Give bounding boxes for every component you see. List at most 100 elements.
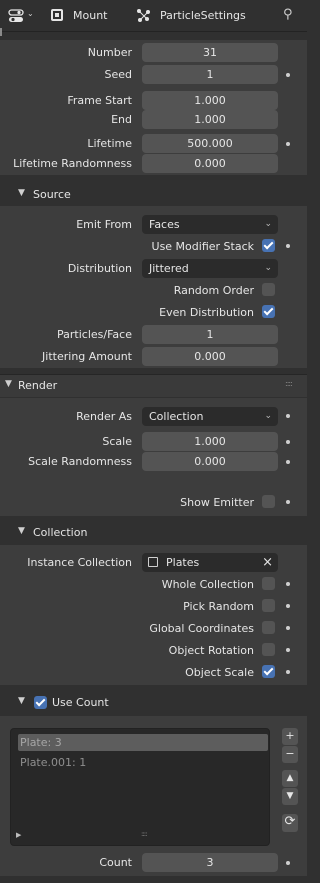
instance-collection-field[interactable]: Plates × <box>142 553 278 572</box>
emit-from-value: Faces <box>149 218 180 231</box>
number-field[interactable]: 31 <box>142 43 278 62</box>
particles-icon <box>137 9 150 22</box>
even-distribution-label: Even Distribution <box>159 306 254 319</box>
even-distribution-checkbox[interactable] <box>262 305 275 318</box>
show-emitter-label: Show Emitter <box>180 496 254 509</box>
instance-collection-label: Instance Collection <box>27 556 132 569</box>
object-rotation-checkbox[interactable] <box>262 643 275 656</box>
drag-handle-icon[interactable]: :::: <box>285 379 293 388</box>
count-field[interactable]: 3 <box>142 853 278 872</box>
lifetime-label: Lifetime <box>87 137 132 150</box>
whole-collection-dot[interactable] <box>286 582 290 586</box>
use-count-section-header[interactable]: ▼ Use Count <box>0 692 307 714</box>
global-coordinates-checkbox[interactable] <box>262 621 275 634</box>
frame-start-label: Frame Start <box>67 94 132 107</box>
seed-label: Seed <box>104 68 133 81</box>
scale-label: Scale <box>102 435 132 448</box>
pick-random-label: Pick Random <box>183 600 254 613</box>
seed-field[interactable]: 1 <box>142 65 278 84</box>
move-up-button[interactable]: ▲ <box>282 770 298 787</box>
particle-settings-name[interactable]: ParticleSettings <box>160 9 246 22</box>
object-scale-label: Object Scale <box>185 666 254 679</box>
scale-randomness-field[interactable]: 0.000 <box>142 452 278 471</box>
distribution-value: Jittered <box>149 262 189 275</box>
pin-icon[interactable]: ⚲ <box>283 7 293 22</box>
scale-field[interactable]: 1.000 <box>142 432 278 451</box>
use-count-title: Use Count <box>52 696 109 709</box>
chevron-down-icon: ⌄ <box>264 411 272 421</box>
list-item[interactable]: Plate.001: 1 <box>18 754 268 771</box>
emit-from-label: Emit From <box>76 218 132 231</box>
distribution-label: Distribution <box>67 262 132 275</box>
render-title: Render <box>18 379 58 392</box>
lifetime-keyframe-dot[interactable] <box>286 142 290 146</box>
global-coordinates-label: Global Coordinates <box>149 622 254 635</box>
lifetime-randomness-label: Lifetime Randomness <box>13 157 132 170</box>
render-as-dropdown[interactable]: Collection ⌄ <box>142 407 278 426</box>
emit-from-dropdown[interactable]: Faces ⌄ <box>142 215 278 234</box>
object-name[interactable]: Mount <box>73 9 107 22</box>
collection-weight-list[interactable]: Plate: 3 Plate.001: 1 ▶ :::: <box>10 728 270 846</box>
refresh-button[interactable]: ⟳ <box>282 814 298 832</box>
global-coordinates-dot[interactable] <box>286 626 290 630</box>
count-keyframe-dot[interactable] <box>286 861 290 865</box>
distribution-dropdown[interactable]: Jittered ⌄ <box>142 259 278 278</box>
scale-randomness-dot[interactable] <box>286 460 290 464</box>
collection-section-header[interactable]: ▼ Collection <box>0 522 307 544</box>
lifetime-field[interactable]: 500.000 <box>142 134 278 153</box>
whole-collection-label: Whole Collection <box>161 578 254 591</box>
expand-arrow-icon: ▼ <box>18 188 25 198</box>
seed-keyframe-dot[interactable] <box>286 73 290 77</box>
editor-type-dropdown[interactable]: ⌄ <box>8 8 36 24</box>
jittering-amount-label: Jittering Amount <box>42 350 132 363</box>
object-scale-checkbox[interactable] <box>262 665 275 678</box>
source-title: Source <box>33 188 71 201</box>
add-item-button[interactable]: + <box>282 728 298 745</box>
properties-header: ⌄ Mount ParticleSettings ⚲ <box>0 0 307 32</box>
particles-face-label: Particles/Face <box>57 328 132 341</box>
render-section-header[interactable]: ▼ Render :::: <box>0 375 307 397</box>
remove-item-button[interactable]: − <box>282 746 298 763</box>
instance-collection-value: Plates <box>166 556 200 569</box>
chevron-down-icon: ⌄ <box>264 263 272 273</box>
end-field[interactable]: 1.000 <box>142 110 278 129</box>
particles-face-field[interactable]: 1 <box>142 325 278 344</box>
list-grip-icon[interactable]: :::: <box>141 830 148 838</box>
pick-random-checkbox[interactable] <box>262 599 275 612</box>
random-order-checkbox[interactable] <box>262 283 275 296</box>
lifetime-randomness-field[interactable]: 0.000 <box>142 154 278 173</box>
show-emitter-dot[interactable] <box>286 500 290 504</box>
scale-randomness-label: Scale Randomness <box>28 455 132 468</box>
expand-arrow-icon: ▼ <box>18 696 25 706</box>
source-section-header[interactable]: ▼ Source <box>0 184 307 206</box>
random-order-label: Random Order <box>173 284 254 297</box>
use-modifier-stack-label: Use Modifier Stack <box>151 240 254 253</box>
chevron-down-icon: ⌄ <box>27 9 34 18</box>
end-label: End <box>111 113 132 126</box>
object-icon <box>51 9 63 21</box>
use-modifier-stack-checkbox[interactable] <box>262 239 275 252</box>
expand-arrow-icon: ▼ <box>5 379 12 389</box>
render-as-label: Render As <box>76 410 132 423</box>
object-rotation-label: Object Rotation <box>168 644 254 657</box>
use-count-checkbox[interactable] <box>34 696 47 709</box>
use-modifier-stack-dot[interactable] <box>286 244 290 248</box>
number-label: Number <box>87 46 132 59</box>
list-item[interactable]: Plate: 3 <box>18 734 268 751</box>
count-label: Count <box>99 856 132 869</box>
properties-editor-icon <box>8 9 24 22</box>
move-down-button[interactable]: ▼ <box>282 788 298 805</box>
clear-icon[interactable]: × <box>262 553 273 572</box>
whole-collection-checkbox[interactable] <box>262 577 275 590</box>
object-rotation-dot[interactable] <box>286 648 290 652</box>
show-emitter-checkbox[interactable] <box>262 495 275 508</box>
collection-title: Collection <box>33 526 88 539</box>
object-scale-dot[interactable] <box>286 670 290 674</box>
render-as-dot[interactable] <box>286 414 290 418</box>
expand-arrow-icon: ▼ <box>18 526 25 536</box>
pick-random-dot[interactable] <box>286 604 290 608</box>
scale-keyframe-dot[interactable] <box>286 440 290 444</box>
frame-start-field[interactable]: 1.000 <box>142 91 278 110</box>
jittering-amount-field[interactable]: 0.000 <box>142 347 278 366</box>
list-resize-triangle-icon[interactable]: ▶ <box>16 831 21 839</box>
